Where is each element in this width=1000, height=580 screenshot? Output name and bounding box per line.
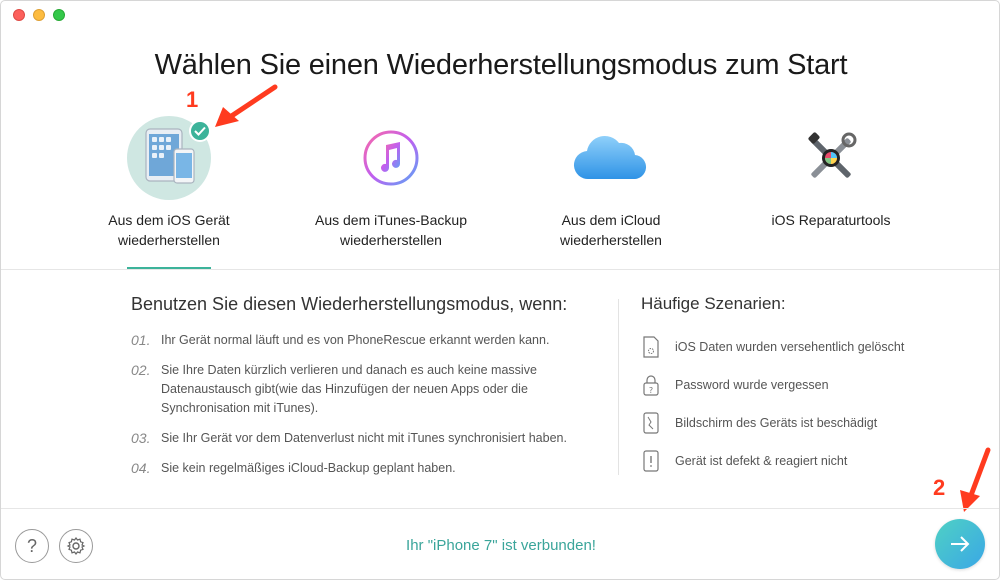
annotation-number-1: 1	[186, 87, 199, 112]
forgot-password-icon: ?	[641, 373, 661, 397]
maximize-window-button[interactable]	[53, 9, 65, 21]
mode-repair-tools[interactable]: iOS Reparaturtools	[731, 116, 931, 230]
deleted-data-icon	[641, 335, 661, 359]
mode-itunes-label: Aus dem iTunes-Backup wiederherstellen	[315, 212, 467, 248]
list-item: iOS Daten wurden versehentlich gelöscht	[641, 328, 981, 366]
list-item: Gerät ist defekt & reagiert nicht	[641, 442, 981, 480]
list-item: 04. Sie kein regelmäßiges iCloud-Backup g…	[131, 460, 456, 476]
scenarios-list: iOS Daten wurden versehentlich gelöscht …	[641, 328, 981, 480]
recovery-modes: Aus dem iOS Gerät wiederherstellen Aus d…	[1, 116, 999, 271]
mode-icloud[interactable]: Aus dem iCloud wiederherstellen	[511, 116, 711, 250]
mode-ios-device-label: Aus dem iOS Gerät wiederherstellen	[108, 212, 230, 248]
itunes-icon	[349, 116, 433, 200]
list-item: Bildschirm des Geräts ist beschädigt	[641, 404, 981, 442]
ios-device-icon	[127, 116, 211, 200]
repair-tools-icon	[789, 116, 873, 200]
selected-tab-indicator	[127, 267, 211, 269]
footer-divider	[1, 508, 999, 509]
minimize-window-button[interactable]	[33, 9, 45, 21]
usage-panel: Benutzen Sie diesen Wiederherstellungsmo…	[131, 294, 601, 489]
next-button[interactable]	[935, 519, 985, 569]
app-window: Wählen Sie einen Wiederherstellungsmodus…	[0, 0, 1000, 580]
connection-status: Ihr "iPhone 7" ist verbunden!	[406, 537, 596, 554]
usage-title: Benutzen Sie diesen Wiederherstellungsmo…	[131, 294, 568, 314]
usage-steps: 01. Ihr Gerät normal läuft und es von Pho…	[131, 331, 601, 478]
list-item: 02. Sie Ihre Daten kürzlich verlieren und…	[131, 362, 537, 415]
icloud-icon	[569, 116, 653, 200]
scenarios-panel: Häufige Szenarien: iOS Daten wurden vers…	[641, 294, 981, 480]
mode-ios-device[interactable]: Aus dem iOS Gerät wiederherstellen	[69, 116, 269, 250]
device-error-icon	[641, 449, 661, 473]
svg-text:?: ?	[649, 386, 653, 395]
divider	[1, 269, 999, 270]
arrow-right-icon	[951, 536, 970, 552]
list-item: 03. Sie Ihr Gerät vor dem Datenverlust ni…	[131, 430, 567, 446]
panel-divider	[618, 299, 619, 475]
annotation-number-2: 2	[933, 475, 946, 500]
list-item: ? Password wurde vergessen	[641, 366, 981, 404]
page-title: Wählen Sie einen Wiederherstellungsmodus…	[154, 49, 848, 81]
mode-repair-label: iOS Reparaturtools	[771, 212, 891, 228]
broken-screen-icon	[641, 411, 661, 435]
mode-icloud-label: Aus dem iCloud wiederherstellen	[560, 212, 662, 248]
annotation-arrow-2-icon	[960, 447, 991, 512]
window-controls	[13, 9, 65, 21]
close-window-button[interactable]	[13, 9, 25, 21]
selected-check-icon	[189, 120, 211, 142]
mode-itunes-backup[interactable]: Aus dem iTunes-Backup wiederherstellen	[291, 116, 491, 250]
list-item: 01. Ihr Gerät normal läuft und es von Pho…	[131, 332, 550, 348]
scenarios-title: Häufige Szenarien:	[641, 294, 786, 313]
